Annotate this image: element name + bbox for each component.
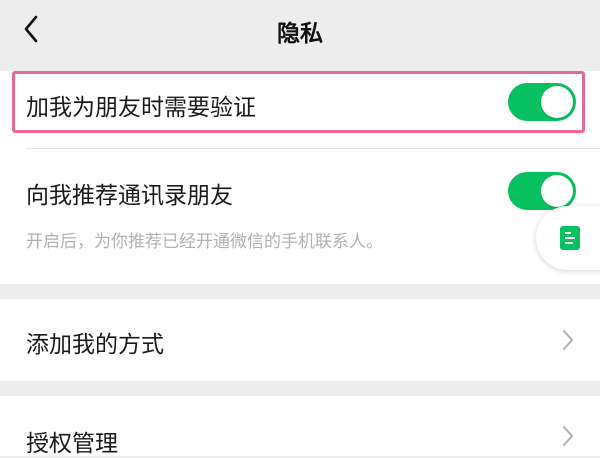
page-title: 隐私 bbox=[277, 21, 323, 47]
chevron-right-icon bbox=[558, 424, 578, 448]
floating-note-button[interactable] bbox=[536, 206, 600, 270]
authorization-group: 授权管理 bbox=[0, 396, 600, 457]
add-methods-row[interactable]: 添加我的方式 bbox=[0, 299, 600, 381]
note-icon bbox=[560, 226, 580, 250]
authorization-label: 授权管理 bbox=[26, 431, 118, 457]
add-methods-label: 添加我的方式 bbox=[26, 332, 164, 358]
recommend-contacts-row: 向我推荐通讯录朋友 开启后，为你推荐已经开通微信的手机联系人。 bbox=[0, 149, 600, 284]
recommend-contacts-label: 向我推荐通讯录朋友 bbox=[26, 183, 233, 209]
toggle-knob bbox=[541, 175, 573, 207]
highlight-box bbox=[12, 71, 585, 133]
authorization-row[interactable]: 授权管理 bbox=[0, 396, 600, 457]
recommend-contacts-toggle[interactable] bbox=[508, 172, 576, 210]
add-methods-group: 添加我的方式 bbox=[0, 299, 600, 381]
recommend-contacts-description: 开启后，为你推荐已经开通微信的手机联系人。 bbox=[26, 232, 383, 252]
chevron-right-icon bbox=[558, 328, 578, 352]
nav-bar: 隐私 bbox=[0, 0, 600, 58]
